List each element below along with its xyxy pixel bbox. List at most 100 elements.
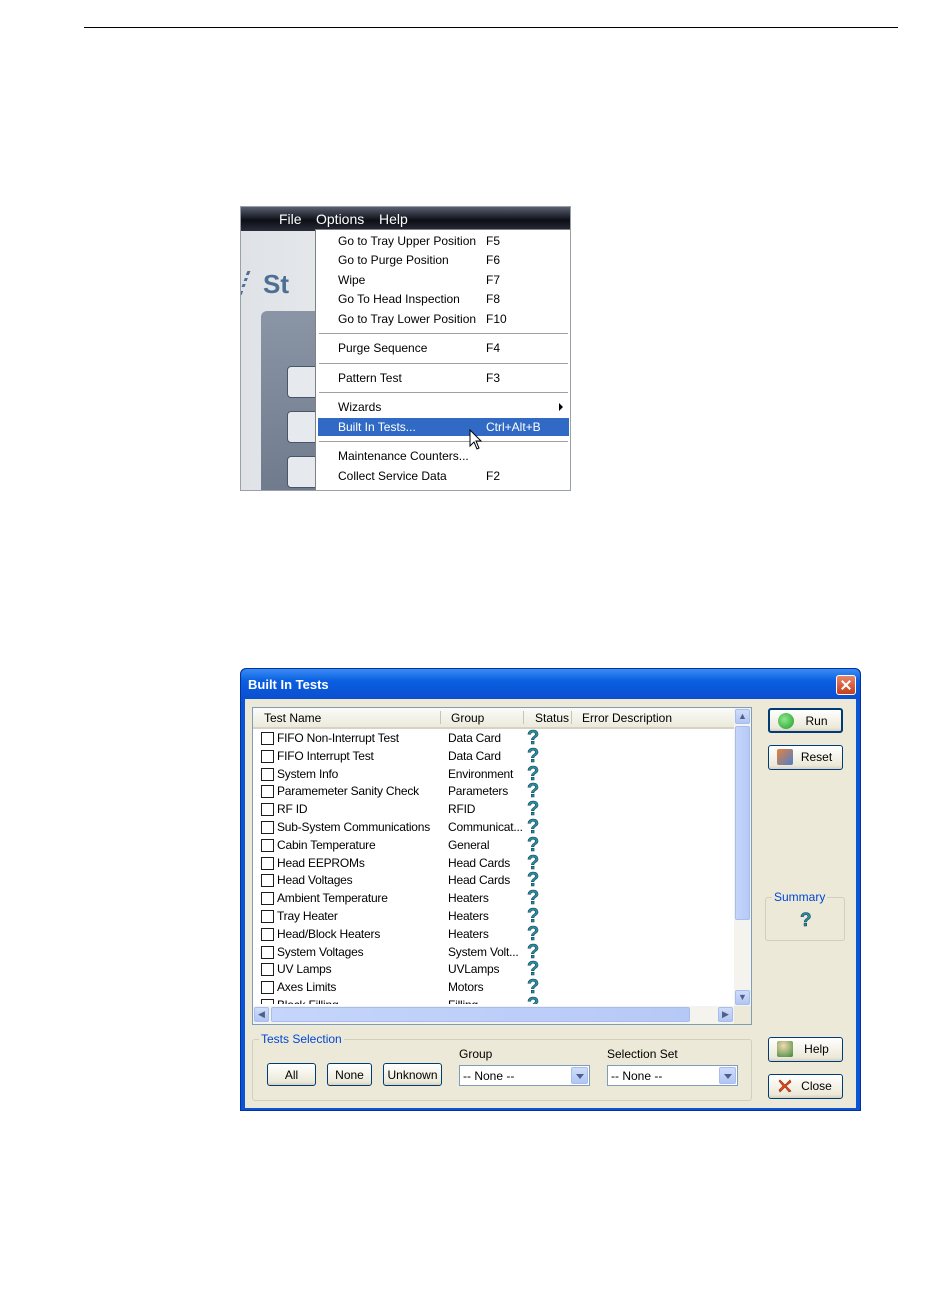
menu-options[interactable]: Options: [316, 211, 364, 227]
column-divider[interactable]: [440, 711, 441, 724]
row-checkbox[interactable]: [261, 732, 274, 745]
menu-item-wipe[interactable]: Wipe F7: [318, 271, 569, 289]
chevron-down-icon[interactable]: [571, 1067, 588, 1084]
menu-item-wizards[interactable]: Wizards: [318, 398, 569, 416]
test-name-cell: RF ID: [277, 802, 308, 817]
group-select[interactable]: -- None --: [459, 1065, 590, 1086]
row-checkbox[interactable]: [261, 910, 274, 923]
column-divider[interactable]: [571, 711, 572, 724]
row-checkbox[interactable]: [261, 874, 274, 888]
row-checkbox[interactable]: [261, 999, 274, 1004]
selection-set-select[interactable]: -- None --: [607, 1065, 738, 1086]
test-name-cell: FIFO Interrupt Test: [277, 748, 374, 763]
submenu-arrow-icon: [559, 403, 563, 411]
menu-item-label: Collect Service Data: [338, 469, 447, 483]
table-row[interactable]: System Voltages System Volt...?: [253, 940, 735, 963]
select-unknown-button[interactable]: Unknown: [383, 1063, 442, 1086]
menu-item-purge-position[interactable]: Go to Purge Position F6: [318, 251, 569, 269]
row-checkbox[interactable]: [261, 749, 274, 763]
column-header-error-description[interactable]: Error Description: [582, 711, 672, 725]
menu-item-collect-service-data[interactable]: Collect Service Data F2: [318, 467, 569, 485]
close-icon[interactable]: [836, 675, 856, 695]
group-cell: System Volt...: [448, 944, 519, 959]
menu-item-pattern-test[interactable]: Pattern Test F3: [318, 369, 569, 387]
tests-selection-group: Tests Selection All None Unknown Group -…: [252, 1032, 752, 1101]
test-name-cell: Paramemeter Sanity Check: [277, 784, 419, 799]
table-row[interactable]: UV Lamps UVLamps?: [253, 958, 735, 981]
page-top-rule: [84, 27, 898, 28]
scroll-down-icon[interactable]: ▼: [735, 990, 750, 1005]
menu-item-shortcut: F3: [486, 371, 501, 385]
vertical-scroll-thumb[interactable]: [735, 726, 750, 920]
table-row[interactable]: Cabin Temperature General?: [253, 834, 735, 856]
menu-item-shortcut: F5: [486, 234, 501, 248]
options-dropdown: Go to Tray Upper Position F5 Go to Purge …: [315, 229, 570, 490]
table-row[interactable]: Ambient Temperature Heaters?: [253, 887, 735, 909]
group-cell: Motors: [448, 980, 484, 995]
row-checkbox[interactable]: [261, 821, 274, 834]
test-name-cell: Head Voltages: [277, 873, 353, 888]
menu-item-maintenance-counters[interactable]: Maintenance Counters...: [318, 447, 569, 465]
table-row[interactable]: Block Filling Filling?: [253, 994, 735, 1004]
reset-button-label: Reset: [800, 750, 833, 764]
row-checkbox[interactable]: [261, 767, 274, 781]
scroll-corner: [734, 1006, 751, 1024]
column-header-test-name[interactable]: Test Name: [264, 711, 321, 725]
row-checkbox[interactable]: [261, 945, 274, 959]
row-checkbox[interactable]: [261, 785, 274, 799]
select-all-button[interactable]: All: [267, 1063, 316, 1086]
menu-item-tray-lower[interactable]: Go to Tray Lower Position F10: [318, 310, 569, 328]
menu-item-shortcut: F10: [486, 312, 507, 326]
menu-item-built-in-tests[interactable]: Built In Tests... Ctrl+Alt+B: [318, 418, 569, 436]
reset-button[interactable]: Reset: [768, 745, 843, 770]
menu-help[interactable]: Help: [379, 211, 408, 227]
column-header-group[interactable]: Group: [451, 711, 484, 725]
dialog-body: Test Name Group Status Error Description…: [245, 699, 856, 1108]
menu-item-tray-upper[interactable]: Go to Tray Upper Position F5: [318, 232, 569, 250]
horizontal-scrollbar[interactable]: ◀ ▶: [253, 1006, 735, 1024]
mouse-cursor-icon: [469, 429, 483, 450]
menu-file[interactable]: File: [279, 211, 302, 227]
horizontal-scroll-thumb[interactable]: [271, 1007, 690, 1022]
column-divider[interactable]: [523, 711, 524, 724]
menu-item-label: Pattern Test: [338, 371, 402, 385]
table-row[interactable]: Axes Limits Motors?: [253, 976, 735, 998]
app-logo-text: St: [263, 269, 289, 299]
row-checkbox[interactable]: [261, 927, 274, 941]
table-row[interactable]: FIFO Interrupt Test Data Card?: [253, 745, 735, 767]
table-row[interactable]: System Info Environment?: [253, 762, 735, 785]
column-header-status[interactable]: Status: [535, 711, 569, 725]
table-row[interactable]: Tray Heater Heaters?: [253, 905, 735, 927]
row-checkbox[interactable]: [261, 856, 274, 870]
table-row[interactable]: FIFO Non-Interrupt Test Data Card?: [253, 729, 735, 749]
menu-item-label: Wizards: [338, 400, 382, 414]
run-button[interactable]: Run: [768, 708, 843, 733]
table-row[interactable]: Head/Block Heaters Heaters?: [253, 923, 735, 945]
test-name-cell: Tray Heater: [277, 909, 338, 923]
row-checkbox[interactable]: [261, 892, 274, 906]
select-none-label: None: [335, 1068, 364, 1082]
vertical-scrollbar[interactable]: ▲ ▼: [734, 708, 751, 1006]
test-name-cell: System Voltages: [277, 944, 364, 959]
help-button[interactable]: Help: [768, 1037, 843, 1062]
table-row[interactable]: RF ID RFID?: [253, 798, 735, 820]
table-row[interactable]: Head Voltages Head Cards?: [253, 869, 735, 892]
menu-item-head-inspection[interactable]: Go To Head Inspection F8: [318, 290, 569, 308]
question-mark-icon: ?: [800, 910, 812, 932]
scroll-right-icon[interactable]: ▶: [718, 1007, 733, 1022]
menu-item-label: Maintenance Counters...: [338, 449, 469, 463]
scroll-up-icon[interactable]: ▲: [735, 709, 750, 724]
row-checkbox[interactable]: [261, 981, 274, 995]
row-checkbox[interactable]: [261, 838, 274, 852]
table-row[interactable]: Head EEPROMs Head Cards?: [253, 851, 735, 874]
table-row[interactable]: Paramemeter Sanity Check Parameters?: [253, 780, 735, 803]
chevron-down-icon[interactable]: [719, 1067, 736, 1084]
select-none-button[interactable]: None: [327, 1063, 372, 1086]
close-button[interactable]: Close: [768, 1074, 843, 1099]
menu-item-purge-sequence[interactable]: Purge Sequence F4: [318, 339, 569, 357]
row-checkbox[interactable]: [261, 803, 274, 817]
scroll-left-icon[interactable]: ◀: [254, 1007, 269, 1022]
dialog-title: Built In Tests: [248, 677, 329, 692]
table-row[interactable]: Sub-System Communications Communicat...?: [253, 816, 735, 838]
row-checkbox[interactable]: [261, 963, 274, 977]
